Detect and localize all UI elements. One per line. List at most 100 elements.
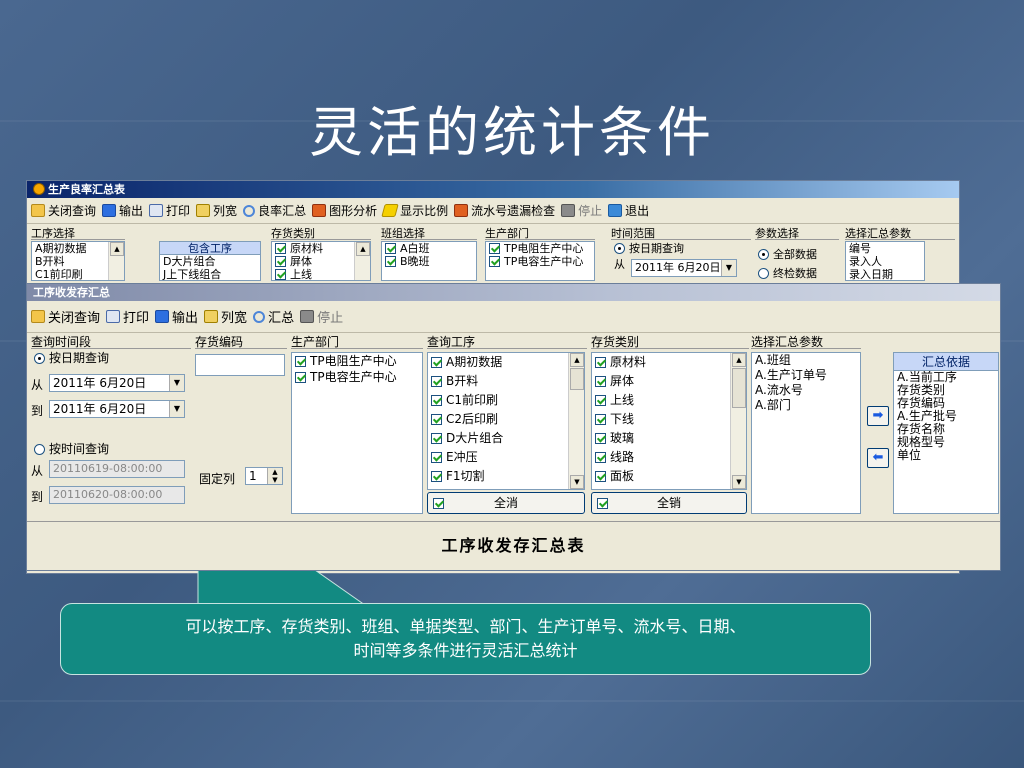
list-item[interactable]: E冲压 xyxy=(428,448,584,467)
time-to-input[interactable]: 20110620-08:00:00 xyxy=(49,486,185,504)
list-item[interactable]: TP电容生产中心 xyxy=(292,369,422,385)
export-button[interactable]: 输出 xyxy=(155,307,198,326)
checkbox-icon[interactable] xyxy=(595,395,606,406)
list-item[interactable]: 屏体 xyxy=(592,372,746,391)
checkbox-icon[interactable] xyxy=(595,433,606,444)
list-item[interactable]: A期初数据 xyxy=(428,353,584,372)
checkbox-icon[interactable] xyxy=(595,452,606,463)
list-item[interactable]: A.部门 xyxy=(752,398,860,413)
checkbox-icon[interactable] xyxy=(431,471,442,482)
summary-param-list[interactable]: A.班组 A.生产订单号 A.流水号 A.部门 xyxy=(751,352,861,514)
list-item[interactable]: 玻璃 xyxy=(592,429,746,448)
list-item[interactable]: A.班组 xyxy=(752,353,860,368)
summary-param-group: 选择汇总参数 xyxy=(751,336,861,349)
date-to-picker[interactable]: 2011年 6月20日 ▼ xyxy=(49,400,185,418)
slide: { "slide": { "title": "灵活的统计条件", "callou… xyxy=(0,0,1024,768)
process-inventory-window: 工序收发存汇总 关闭查询 打印 输出 列宽 汇总 停止 查询时间段 按日期查询 … xyxy=(26,283,1001,571)
scrollbar[interactable]: ▲ ▼ xyxy=(730,353,746,489)
report-title: 工序收发存汇总表 xyxy=(441,536,586,555)
checkbox-icon[interactable] xyxy=(431,395,442,406)
inventory-type-list[interactable]: 原材料 屏体 上线 下线 玻璃 线路 面板 ▲ ▼ xyxy=(591,352,747,490)
list-item[interactable]: 单位 xyxy=(894,449,998,462)
to-label: 到 xyxy=(31,404,44,418)
checkbox-icon[interactable] xyxy=(595,471,606,482)
chevron-down-icon[interactable]: ▼ xyxy=(169,375,184,391)
print-icon xyxy=(106,310,121,323)
checkbox-icon[interactable] xyxy=(595,414,606,425)
radio-icon[interactable] xyxy=(34,353,45,364)
summary-basis-header: 汇总依据 xyxy=(894,353,998,371)
from-label: 从 xyxy=(31,464,44,478)
list-item[interactable]: B开料 xyxy=(428,372,584,391)
add-to-basis-button[interactable]: ➡ xyxy=(867,406,889,426)
print-button[interactable]: 打印 xyxy=(106,307,149,326)
list-item[interactable]: A.生产订单号 xyxy=(752,368,860,383)
stop-icon xyxy=(300,310,315,323)
radio-icon[interactable] xyxy=(34,444,45,455)
folder-icon xyxy=(31,310,45,323)
scroll-thumb[interactable] xyxy=(732,368,746,408)
by-time-radio[interactable]: 按时间查询 xyxy=(31,442,109,457)
date-from-picker[interactable]: 2011年 6月20日 ▼ xyxy=(49,374,185,392)
inventory-code-input[interactable] xyxy=(195,354,285,376)
callout-line-1: 可以按工序、存货类别、班组、单据类型、部门、生产订单号、流水号、日期、 xyxy=(185,617,746,636)
scroll-thumb[interactable] xyxy=(570,368,584,390)
checkbox-icon[interactable] xyxy=(431,376,442,387)
list-item[interactable]: C2后印刷 xyxy=(428,410,584,429)
stepper-icon[interactable]: ▲ ▼ xyxy=(267,468,282,484)
time-from-input[interactable]: 20110619-08:00:00 xyxy=(49,460,185,478)
scroll-down-icon[interactable]: ▼ xyxy=(732,475,746,489)
list-item[interactable]: 面板 xyxy=(592,467,746,486)
checkbox-icon[interactable] xyxy=(595,376,606,387)
query-process-list[interactable]: A期初数据 B开料 C1前印刷 C2后印刷 D大片组合 E冲压 F1切割 ▲ ▼ xyxy=(427,352,585,490)
list-item[interactable]: D大片组合 xyxy=(428,429,584,448)
query-process-group: 查询工序 xyxy=(427,336,587,349)
inventory-type-group: 存货类别 xyxy=(591,336,749,349)
window-title: 工序收发存汇总 xyxy=(33,286,110,299)
from-label: 从 xyxy=(31,378,44,392)
checkbox-icon[interactable] xyxy=(595,357,606,368)
export-icon xyxy=(155,310,170,323)
checkbox-icon[interactable] xyxy=(597,498,608,509)
query-time-group: 查询时间段 按日期查询 xyxy=(31,336,191,366)
remove-from-basis-button[interactable]: ⬅ xyxy=(867,448,889,468)
scroll-up-icon[interactable]: ▲ xyxy=(732,353,746,367)
summary-basis-list[interactable]: 汇总依据 A.当前工序 存货类别 存货编码 A.生产批号 存货名称 规格型号 单… xyxy=(893,352,999,514)
callout-box: 可以按工序、存货类别、班组、单据类型、部门、生产订单号、流水号、日期、 时间等多… xyxy=(60,603,871,675)
inventory-code-group: 存货编码 xyxy=(195,336,287,349)
toolbar: 关闭查询 打印 输出 列宽 汇总 停止 xyxy=(27,301,1000,333)
checkbox-icon[interactable] xyxy=(295,371,306,383)
window-titlebar: 工序收发存汇总 xyxy=(27,284,1000,301)
checkbox-icon[interactable] xyxy=(295,355,306,367)
scrollbar[interactable]: ▲ ▼ xyxy=(568,353,584,489)
list-item[interactable]: A.流水号 xyxy=(752,383,860,398)
list-item[interactable]: TP电阻生产中心 xyxy=(292,353,422,369)
list-item[interactable]: F1切割 xyxy=(428,467,584,486)
stop-button[interactable]: 停止 xyxy=(300,307,343,326)
inventory-cancel-all-button[interactable]: 全销 xyxy=(591,492,747,514)
checkbox-icon[interactable] xyxy=(431,433,442,444)
to-label: 到 xyxy=(31,490,44,504)
chevron-down-icon[interactable]: ▼ xyxy=(169,401,184,417)
checkbox-icon[interactable] xyxy=(431,357,442,368)
search-icon xyxy=(253,310,266,323)
close-query-button[interactable]: 关闭查询 xyxy=(31,307,100,326)
checkbox-icon[interactable] xyxy=(431,452,442,463)
production-dept-group: 生产部门 xyxy=(291,336,423,349)
list-item[interactable]: 原材料 xyxy=(592,353,746,372)
checkbox-icon[interactable] xyxy=(433,498,444,509)
list-item[interactable]: 上线 xyxy=(592,391,746,410)
fixed-column-label: 固定列 xyxy=(199,472,236,486)
production-dept-list[interactable]: TP电阻生产中心 TP电容生产中心 xyxy=(291,352,423,514)
process-cancel-all-button[interactable]: 全消 xyxy=(427,492,585,514)
summary-button[interactable]: 汇总 xyxy=(253,307,294,326)
scroll-up-icon[interactable]: ▲ xyxy=(570,353,584,367)
list-item[interactable]: 线路 xyxy=(592,448,746,467)
scroll-down-icon[interactable]: ▼ xyxy=(570,475,584,489)
list-item[interactable]: 下线 xyxy=(592,410,746,429)
fixed-column-stepper[interactable]: 1 ▲ ▼ xyxy=(245,467,283,485)
report-header-bar: 工序收发存汇总表 xyxy=(27,521,1000,561)
checkbox-icon[interactable] xyxy=(431,414,442,425)
column-width-button[interactable]: 列宽 xyxy=(204,307,247,326)
list-item[interactable]: C1前印刷 xyxy=(428,391,584,410)
